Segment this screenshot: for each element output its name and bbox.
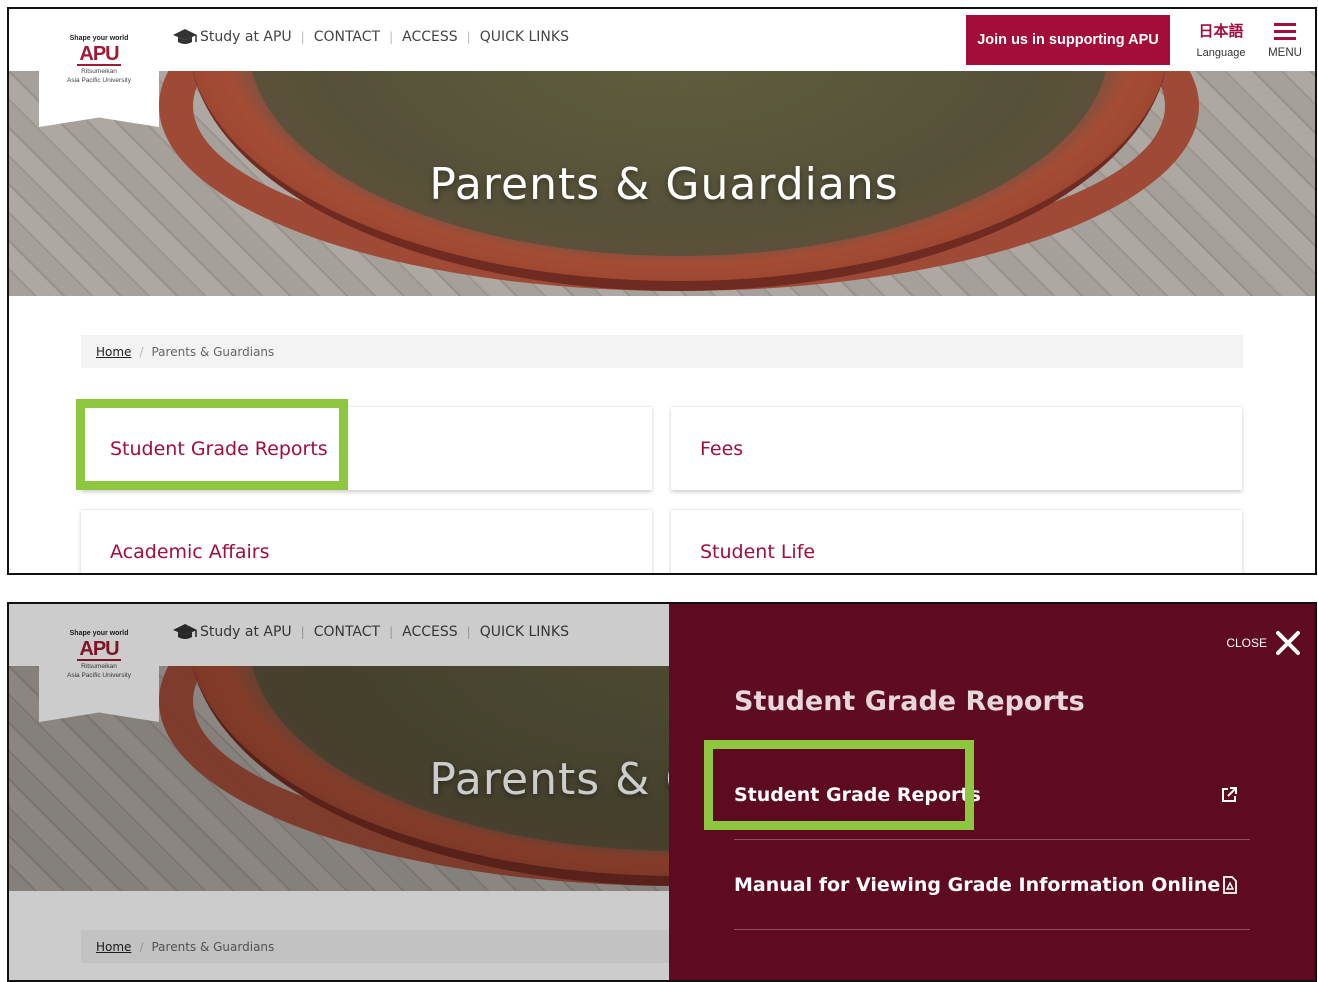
card-student-life[interactable]: Student Life [671,509,1242,573]
screenshot-panel-after: Study at APU | CONTACT | ACCESS | QUICK … [7,602,1317,982]
graduation-cap-icon [173,29,197,44]
nav-access[interactable]: ACCESS [402,29,458,45]
breadcrumb-separator: / [139,344,144,359]
close-button[interactable]: CLOSE [1226,630,1301,656]
logo-subline: Ritsumeikan [81,68,117,75]
card-fees[interactable]: Fees [671,406,1242,490]
pdf-icon [1223,875,1237,894]
logo-subline: Asia Pacific University [67,77,131,84]
highlight-box [76,399,348,490]
nav-separator: | [466,30,471,44]
page-title: Parents & Guardians [429,159,899,210]
hero-banner: Parents & Guardians [9,71,1315,296]
external-link-icon [1222,786,1237,802]
nav-separator: | [389,30,394,44]
logo-mark: APU [77,43,121,66]
card-academic-affairs[interactable]: Academic Affairs [81,509,652,573]
site-header: Study at APU | CONTACT | ACCESS | QUICK … [9,9,1315,71]
logo-tagline: Shape your world [69,35,129,42]
support-apu-button[interactable]: Join us in supporting APU [966,15,1170,65]
nav-contact[interactable]: CONTACT [314,29,380,45]
card-label: Academic Affairs [110,540,270,563]
apu-logo[interactable]: Shape your world APU Ritsumeikan Asia Pa… [39,9,159,127]
breadcrumb: Home / Parents & Guardians [81,335,1243,368]
language-label: Language [1196,47,1246,59]
breadcrumb-current: Parents & Guardians [151,344,275,359]
side-menu-title: Student Grade Reports [734,686,1085,717]
side-menu-item-manual[interactable]: Manual for Viewing Grade Information Onl… [734,840,1250,930]
nav-separator: | [300,30,305,44]
highlight-box [704,740,974,830]
nav-quick-links[interactable]: QUICK LINKS [480,29,569,45]
top-nav: Study at APU | CONTACT | ACCESS | QUICK … [172,28,569,46]
breadcrumb-home-link[interactable]: Home [96,345,131,359]
menu-button[interactable]: MENU [1265,21,1305,59]
side-menu-item-label: Manual for Viewing Grade Information Onl… [734,873,1221,896]
language-switch[interactable]: 日本語 Language [1196,21,1246,59]
nav-study-at-apu[interactable]: Study at APU [200,29,292,45]
card-label: Student Life [700,540,816,563]
close-icon [1276,631,1300,655]
card-label: Fees [700,437,744,460]
language-native: 日本語 [1198,22,1244,40]
close-label: CLOSE [1226,636,1267,650]
screenshot-panel-before: Study at APU | CONTACT | ACCESS | QUICK … [7,7,1317,575]
hamburger-icon [1274,23,1296,40]
menu-label: MENU [1268,47,1302,59]
